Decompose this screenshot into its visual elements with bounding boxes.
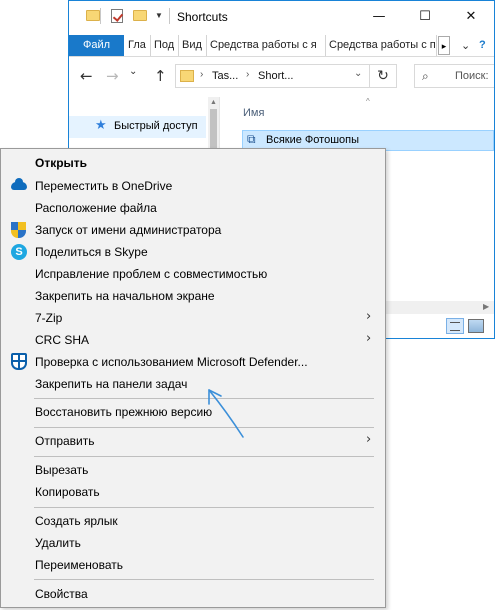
menu-item-label: Закрепить на панели задач bbox=[35, 377, 188, 391]
menu-item-crc-sha[interactable]: CRC SHA › bbox=[1, 329, 385, 351]
menu-item-label: Создать ярлык bbox=[35, 514, 118, 528]
address-toolbar: ← → ⌄ ↑ › Tas... › Short... ⌄ ↻ ⌕ Поиск: bbox=[69, 57, 494, 97]
menu-item-label: 7-Zip bbox=[35, 311, 63, 325]
menu-separator bbox=[34, 427, 374, 428]
menu-item-pin-to-start[interactable]: Закрепить на начальном экране bbox=[1, 285, 385, 307]
menu-item-label: CRC SHA bbox=[35, 333, 90, 347]
skype-icon: S bbox=[11, 244, 27, 260]
menu-item-file-location[interactable]: Расположение файла bbox=[1, 197, 385, 219]
menu-separator bbox=[34, 579, 374, 580]
ribbon-expand-icon[interactable]: ⌄ bbox=[461, 39, 470, 52]
maximize-button[interactable]: ☐ bbox=[402, 1, 448, 32]
address-bar[interactable]: › Tas... › Short... ⌄ bbox=[175, 64, 370, 88]
sort-indicator-icon: ^ bbox=[366, 97, 370, 106]
menu-item-rename[interactable]: Переименовать bbox=[1, 554, 385, 576]
menu-item-label: Поделиться в Skype bbox=[35, 245, 148, 259]
menu-item-pin-to-taskbar[interactable]: Закрепить на панели задач bbox=[1, 373, 385, 395]
onedrive-icon bbox=[11, 178, 27, 190]
nav-item-quick-access[interactable]: ★ Быстрый доступ bbox=[69, 116, 206, 138]
new-folder-icon[interactable] bbox=[133, 10, 147, 21]
menu-separator bbox=[34, 398, 374, 399]
tab-home[interactable]: Гла bbox=[125, 35, 151, 56]
menu-item-label: Переименовать bbox=[35, 558, 123, 572]
menu-item-copy[interactable]: Копировать bbox=[1, 481, 385, 503]
scroll-up-icon[interactable]: ▲ bbox=[210, 99, 217, 106]
more-tabs-button[interactable]: ▸ bbox=[438, 36, 450, 55]
menu-item-defender-scan[interactable]: Проверка с использованием Microsoft Defe… bbox=[1, 351, 385, 373]
breadcrumb-shortcuts[interactable]: Short... bbox=[258, 70, 293, 82]
menu-item-label: Отправить bbox=[35, 434, 95, 448]
menu-item-restore-previous-version[interactable]: Восстановить прежнюю версию bbox=[1, 401, 385, 423]
back-button[interactable]: ← bbox=[80, 67, 93, 85]
scroll-right-icon[interactable]: ▶ bbox=[483, 302, 489, 311]
menu-separator bbox=[34, 507, 374, 508]
menu-item-cut[interactable]: Вырезать bbox=[1, 459, 385, 481]
recent-locations-button[interactable]: ⌄ bbox=[129, 66, 137, 77]
qat-divider-2 bbox=[169, 8, 170, 24]
uac-shield-icon bbox=[11, 222, 26, 238]
details-view-button[interactable] bbox=[446, 318, 464, 334]
large-icons-view-button[interactable] bbox=[468, 319, 484, 333]
menu-item-troubleshoot-compat[interactable]: Исправление проблем с совместимостью bbox=[1, 263, 385, 285]
help-icon[interactable]: ? bbox=[479, 39, 486, 51]
address-dropdown-icon[interactable]: ⌄ bbox=[354, 68, 362, 79]
close-button[interactable]: ✕ bbox=[448, 1, 494, 32]
menu-separator bbox=[34, 456, 374, 457]
minimize-button[interactable]: — bbox=[356, 1, 402, 32]
menu-item-label: Восстановить прежнюю версию bbox=[35, 405, 213, 419]
context-menu: Открыть Переместить в OneDrive Расположе… bbox=[0, 148, 386, 608]
menu-item-run-as-admin[interactable]: Запуск от имени администратора bbox=[1, 219, 385, 241]
menu-item-label: Расположение файла bbox=[35, 201, 157, 215]
customize-qat-icon[interactable]: ▼ bbox=[155, 11, 163, 20]
nav-item-label: Быстрый доступ bbox=[114, 120, 198, 132]
qat-divider bbox=[100, 8, 101, 24]
menu-item-label: Копировать bbox=[35, 485, 100, 499]
breadcrumb-tasks[interactable]: Tas... bbox=[212, 70, 238, 82]
ribbon-tabs: Файл Гла Под Вид Средства работы с я Сре… bbox=[69, 32, 494, 57]
tab-file[interactable]: Файл bbox=[69, 35, 124, 56]
column-header-name[interactable]: Имя bbox=[243, 107, 264, 119]
tab-shortcut-tools[interactable]: Средства работы с я bbox=[207, 35, 326, 56]
submenu-arrow-icon: › bbox=[366, 432, 372, 447]
menu-item-label: Переместить в OneDrive bbox=[35, 179, 173, 193]
search-placeholder: Поиск: bbox=[455, 70, 489, 82]
tab-app-tools[interactable]: Средства работы с п bbox=[326, 35, 437, 56]
window-title: Shortcuts bbox=[177, 10, 228, 24]
menu-item-label: Открыть bbox=[35, 156, 88, 170]
menu-item-label: Закрепить на начальном экране bbox=[35, 289, 215, 303]
menu-item-label: Вырезать bbox=[35, 463, 89, 477]
folder-icon bbox=[180, 70, 194, 82]
menu-item-send-to[interactable]: Отправить › bbox=[1, 430, 385, 452]
menu-item-label: Проверка с использованием Microsoft Defe… bbox=[35, 355, 308, 369]
menu-item-label: Свойства bbox=[35, 587, 88, 601]
search-icon: ⌕ bbox=[422, 69, 429, 83]
menu-item-7zip[interactable]: 7-Zip › bbox=[1, 307, 385, 329]
folder-icon bbox=[86, 10, 100, 21]
menu-item-label: Удалить bbox=[35, 536, 81, 550]
file-name: Всякие Фотошопы bbox=[266, 134, 360, 146]
menu-item-open[interactable]: Открыть bbox=[1, 152, 385, 174]
refresh-button[interactable]: ↻ bbox=[370, 64, 397, 88]
menu-item-label: Запуск от имени администратора bbox=[35, 223, 222, 237]
tab-share[interactable]: Под bbox=[151, 35, 179, 56]
forward-button[interactable]: → bbox=[106, 67, 119, 85]
menu-item-delete[interactable]: Удалить bbox=[1, 532, 385, 554]
tab-view[interactable]: Вид bbox=[179, 35, 207, 56]
menu-item-move-to-onedrive[interactable]: Переместить в OneDrive bbox=[1, 175, 385, 197]
menu-item-share-skype[interactable]: S Поделиться в Skype bbox=[1, 241, 385, 263]
submenu-arrow-icon: › bbox=[366, 331, 372, 346]
submenu-arrow-icon: › bbox=[366, 309, 372, 324]
shortcut-file-icon: ⧉ bbox=[247, 132, 256, 146]
chevron-right-icon: › bbox=[246, 69, 250, 80]
star-icon: ★ bbox=[95, 118, 107, 133]
defender-icon bbox=[11, 353, 27, 370]
search-input[interactable]: ⌕ Поиск: bbox=[414, 64, 494, 88]
properties-check-icon[interactable] bbox=[111, 9, 123, 23]
menu-item-create-shortcut[interactable]: Создать ярлык bbox=[1, 510, 385, 532]
menu-item-label: Исправление проблем с совместимостью bbox=[35, 267, 268, 281]
up-button[interactable]: ↑ bbox=[154, 67, 167, 85]
chevron-right-icon: › bbox=[200, 69, 204, 80]
title-bar: ▼ Shortcuts — ☐ ✕ bbox=[69, 1, 494, 32]
menu-item-properties[interactable]: Свойства bbox=[1, 583, 385, 605]
